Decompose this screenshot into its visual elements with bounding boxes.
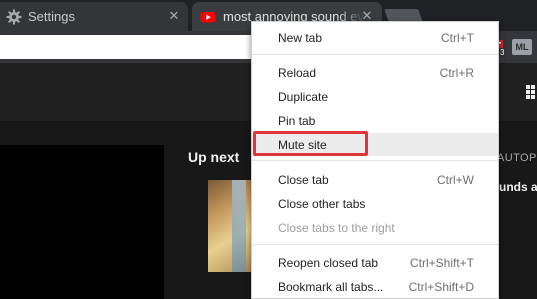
menu-separator [252, 160, 498, 161]
menu-item-label: Reload [278, 65, 317, 80]
menu-item-shortcut: Ctrl+R [439, 65, 474, 80]
menu-item-shortcut: Ctrl+Shift+T [409, 255, 474, 270]
menu-item-pin-tab[interactable]: Pin tab [252, 109, 498, 132]
menu-item-duplicate[interactable]: Duplicate [252, 85, 498, 108]
apps-grid-icon[interactable] [526, 85, 537, 99]
menu-item-label: Close tabs to the right [278, 220, 395, 235]
menu-item-shortcut: Ctrl+W [437, 172, 474, 187]
menu-item-label: Close tab [278, 172, 329, 187]
gear-icon [6, 9, 22, 25]
extension-badge: 3 [498, 48, 507, 57]
tab-title-settings: Settings [28, 9, 75, 24]
menu-item-label: Reopen closed tab [278, 255, 379, 270]
video-player[interactable] [0, 145, 164, 299]
menu-item-reopen-closed-tab[interactable]: Reopen closed tab Ctrl+Shift+T [252, 251, 498, 274]
menu-item-label: Bookmark all tabs... [278, 279, 384, 294]
close-icon[interactable]: ✕ [168, 9, 180, 22]
ml-extension-icon[interactable]: ML [512, 39, 532, 55]
tab-context-menu: New tab Ctrl+T Reload Ctrl+R Duplicate P… [251, 21, 499, 299]
menu-item-label: Pin tab [278, 113, 316, 128]
youtube-icon [200, 9, 216, 25]
menu-item-close-other-tabs[interactable]: Close other tabs [252, 192, 498, 215]
menu-item-label: New tab [278, 30, 323, 45]
menu-item-close-tab[interactable]: Close tab Ctrl+W [252, 168, 498, 191]
tab-settings[interactable]: Settings ✕ [0, 2, 188, 31]
menu-item-shortcut: Ctrl+T [441, 30, 474, 45]
autoplay-label: AUTOPLAY [497, 152, 537, 164]
menu-item-reload[interactable]: Reload Ctrl+R [252, 61, 498, 84]
menu-item-new-tab[interactable]: New tab Ctrl+T [252, 26, 498, 49]
highlight-box [253, 131, 368, 156]
menu-item-label: Duplicate [278, 89, 329, 104]
menu-separator [252, 244, 498, 245]
menu-item-shortcut: Ctrl+Shift+D [408, 279, 474, 294]
up-next-heading: Up next [188, 149, 240, 165]
menu-item-label: Close other tabs [278, 196, 366, 211]
recommended-video-title[interactable]: unds a [499, 180, 537, 194]
menu-separator [252, 54, 498, 55]
menu-item-close-tabs-right: Close tabs to the right [252, 216, 498, 239]
menu-item-bookmark-all-tabs[interactable]: Bookmark all tabs... Ctrl+Shift+D [252, 275, 498, 298]
